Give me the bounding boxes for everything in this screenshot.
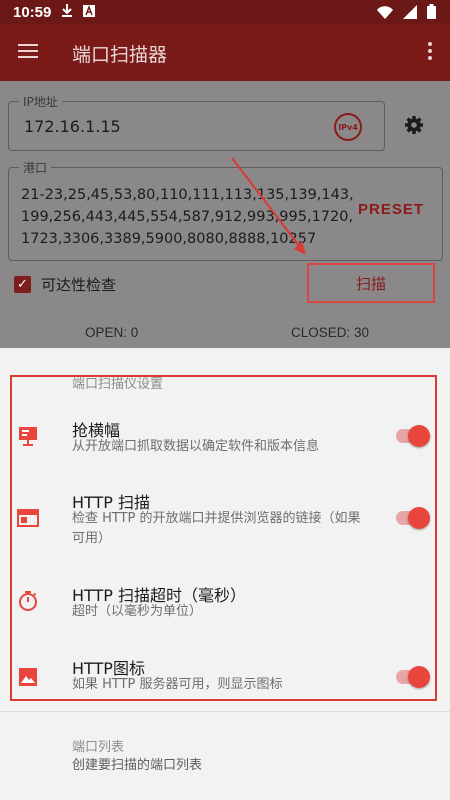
download-icon [61,4,73,20]
grab-banner-toggle[interactable] [396,425,432,447]
scan-form: IP地址 172.16.1.15 IPv4 港口 21-23,25,45,53,… [0,81,450,348]
app-bar: 端口扫描器 [0,24,450,81]
http-scan-toggle[interactable] [396,507,432,529]
annotation-arrow [231,157,306,255]
status-time: 10:59 [13,3,52,21]
setting-subtitle: 超时（以毫秒为单位） [72,604,203,619]
timer-icon [17,590,39,612]
setting-subtitle: 检查 HTTP 的开放端口并提供浏览器的链接（如果可用） [72,511,361,546]
http-icon-toggle[interactable] [396,666,432,688]
status-bar: 10:59 [0,0,450,24]
settings-sheet: 端口扫描仪设置 抢横幅 从开放端口抓取数据以确定软件和版本信息 HTTP 扫描 … [0,348,450,800]
more-options-icon[interactable] [428,42,432,63]
setting-subtitle: 从开放端口抓取数据以确定软件和版本信息 [72,439,320,454]
browser-window-icon [17,507,39,529]
open-count: OPEN: 0 [85,325,139,340]
cell-signal-icon [403,4,417,23]
setting-subtitle: 如果 HTTP 服务器可用，则显示图标 [72,677,283,692]
closed-count: CLOSED: 30 [291,325,370,340]
menu-icon[interactable] [18,40,38,62]
font-icon [83,4,96,20]
port-list-section-subtitle[interactable]: 创建要扫描的端口列表 [72,754,202,773]
app-title: 端口扫描器 [72,44,168,66]
port-list-section-title: 端口列表 [72,740,125,755]
banner-icon [17,425,39,447]
battery-icon [427,4,436,23]
wifi-icon [377,4,393,23]
image-icon [17,666,39,688]
section-divider [0,711,450,712]
